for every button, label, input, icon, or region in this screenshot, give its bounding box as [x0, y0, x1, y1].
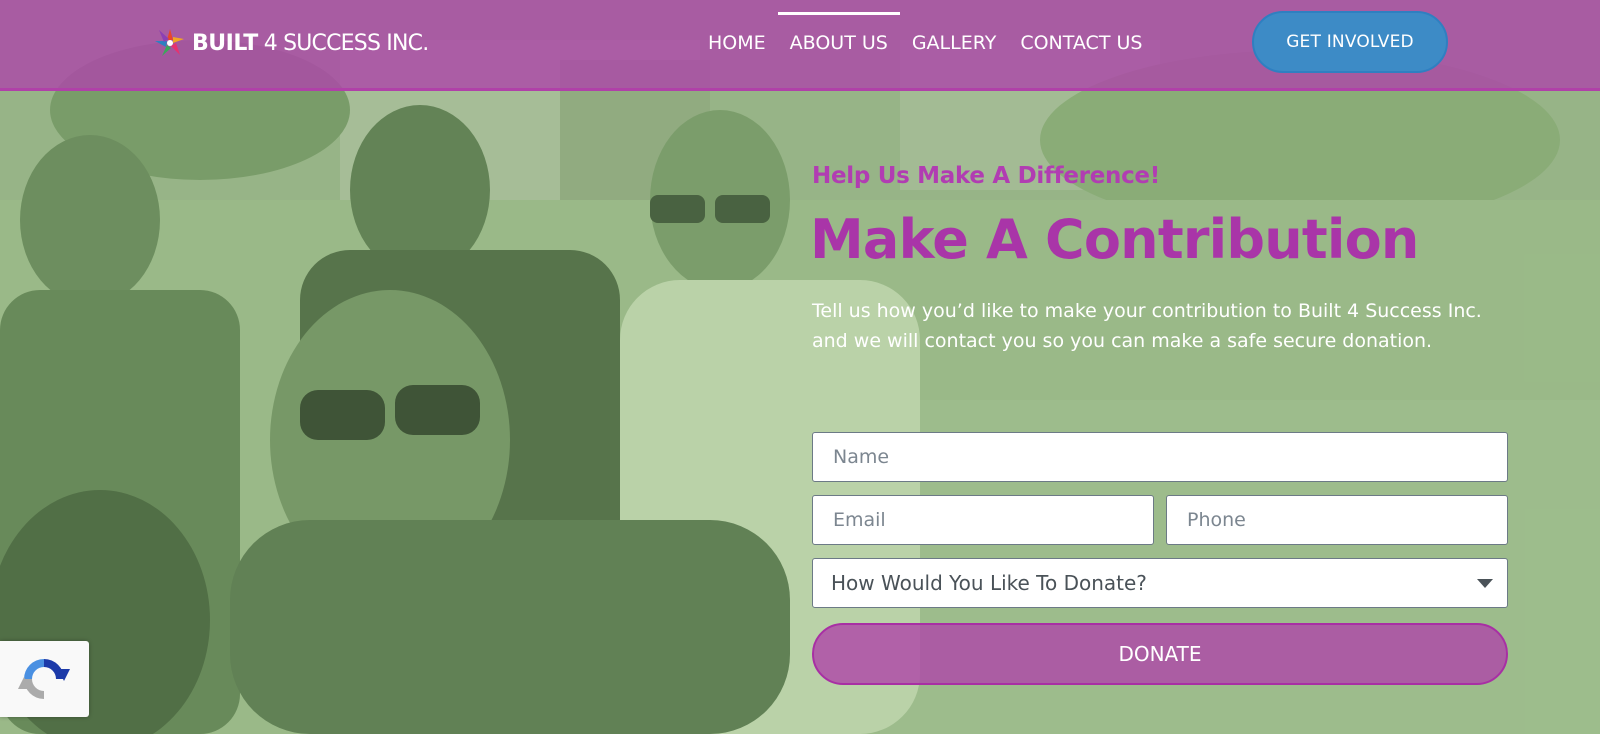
starburst-logo-icon — [155, 29, 184, 56]
logo-text-primary: BUILT — [192, 30, 258, 56]
section-description: Tell us how you’d like to make your cont… — [812, 300, 1482, 352]
recaptcha-badge[interactable] — [0, 641, 89, 717]
donation-method-selected-value: How Would You Like To Donate? — [831, 571, 1147, 595]
phone-field[interactable] — [1166, 495, 1508, 545]
nav-item-home[interactable]: HOME — [696, 0, 778, 88]
site-header: BUILT 4 SUCCESS INC. HOME ABOUT US GALLE… — [0, 0, 1600, 91]
get-involved-button[interactable]: GET INVOLVED — [1252, 11, 1448, 73]
page-title: Make A Contribution — [810, 208, 1419, 271]
site-logo[interactable]: BUILT 4 SUCCESS INC. — [152, 24, 430, 62]
name-field[interactable] — [812, 432, 1508, 482]
logo-text-secondary: 4 SUCCESS INC. — [263, 30, 430, 56]
chevron-down-icon — [1477, 579, 1493, 588]
donate-button[interactable]: DONATE — [812, 623, 1508, 685]
nav-item-gallery[interactable]: GALLERY — [900, 0, 1009, 88]
donation-method-select[interactable]: How Would You Like To Donate? — [812, 558, 1508, 608]
nav-item-about-us[interactable]: ABOUT US — [777, 0, 901, 88]
email-field[interactable] — [812, 495, 1154, 545]
section-eyebrow: Help Us Make A Difference! — [812, 163, 1160, 189]
nav-item-contact-us[interactable]: CONTACT US — [1008, 0, 1154, 88]
recaptcha-icon — [18, 659, 70, 699]
main-navigation: HOME ABOUT US GALLERY CONTACT US — [696, 0, 1154, 88]
